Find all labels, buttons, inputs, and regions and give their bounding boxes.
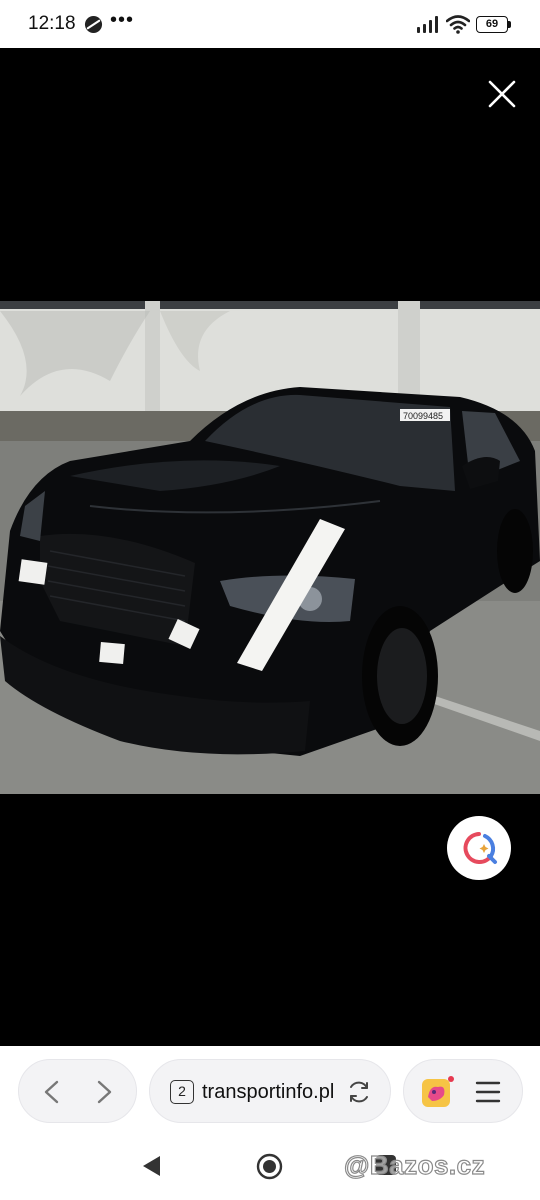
chevron-right-icon[interactable] (78, 1060, 137, 1124)
navigation-pill (18, 1059, 137, 1123)
reload-icon[interactable] (346, 1079, 372, 1105)
menu-pill (403, 1059, 523, 1123)
extension-icon[interactable] (420, 1075, 454, 1109)
tab-count-button[interactable]: 2 (170, 1080, 194, 1104)
chevron-left-icon[interactable] (19, 1060, 78, 1124)
lens-search-button[interactable] (447, 816, 511, 880)
windshield-sticker: 70099485 (403, 411, 443, 421)
lens-search-icon (463, 832, 497, 864)
status-time: 12:18 (28, 13, 76, 34)
watermark: @Bazos.cz (343, 1149, 486, 1180)
image-viewer: 70099485 (0, 48, 540, 1046)
car-photo: 70099485 (0, 301, 540, 794)
signal-icon (417, 16, 438, 33)
battery-level: 69 (485, 18, 499, 30)
address-bar[interactable]: 2 transportinfo.pl (149, 1059, 391, 1123)
status-bar: 12:18 ••• 69 (0, 0, 540, 48)
battery-tip (508, 21, 511, 28)
hamburger-menu-icon[interactable] (474, 1079, 502, 1105)
close-icon[interactable] (484, 76, 520, 112)
url-text[interactable]: transportinfo.pl (202, 1079, 338, 1105)
browser-toolbar: 2 transportinfo.pl (0, 1046, 540, 1138)
more-notifications-icon: ••• (110, 9, 135, 31)
triangle-back-icon[interactable] (140, 1154, 162, 1178)
wifi-icon (446, 15, 470, 34)
battery-icon: 69 (476, 16, 512, 33)
app-notification-icon (84, 15, 103, 34)
circle-home-icon[interactable] (256, 1153, 283, 1180)
system-navigation-bar: @Bazos.cz (0, 1138, 540, 1200)
